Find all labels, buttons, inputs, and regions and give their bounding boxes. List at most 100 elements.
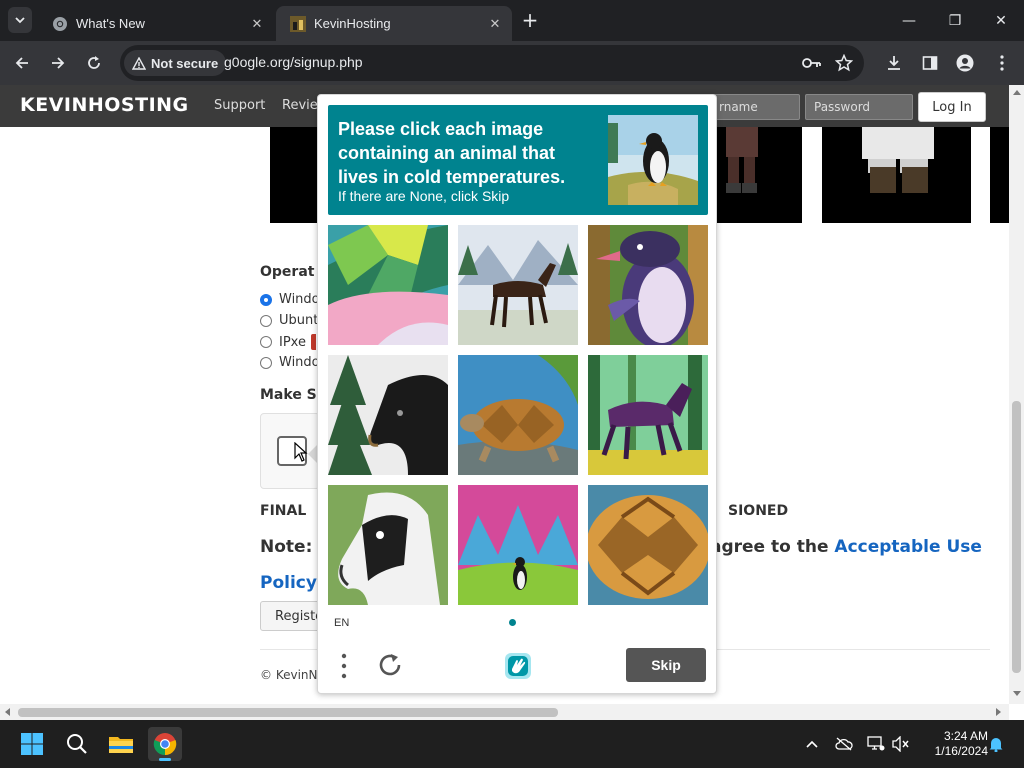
penguin-on-hillside-image (458, 485, 578, 605)
ipxe-badge (310, 334, 316, 350)
scroll-right-icon[interactable] (996, 708, 1001, 716)
tab-close-icon[interactable]: ✕ (246, 16, 268, 32)
chevron-up-icon (806, 740, 818, 748)
login-button[interactable]: Log In (918, 92, 986, 122)
os-option[interactable]: Ubunt (260, 313, 318, 328)
restore-button[interactable]: ❐ (932, 0, 978, 41)
browser-menu-button[interactable] (989, 50, 1015, 76)
progress-dot (509, 619, 516, 626)
hcaptcha-logo-icon[interactable] (501, 649, 535, 683)
profile-button[interactable] (952, 50, 978, 76)
vertical-scrollbar[interactable] (1009, 85, 1024, 704)
tab-title: What's New (76, 16, 145, 31)
challenge-tile-turtle-shell[interactable] (328, 225, 448, 345)
downloads-button[interactable] (881, 50, 907, 76)
chevron-down-icon (15, 17, 25, 24)
challenge-tile-turtle-rock[interactable] (458, 355, 578, 475)
acceptable-use-link[interactable]: Acceptable Use (834, 537, 982, 557)
challenge-tile-turtle-closeup[interactable] (588, 485, 708, 605)
skip-button[interactable]: Skip (626, 648, 706, 682)
turtle-shell-image (328, 225, 448, 345)
copyright-text: © KevinN (260, 668, 318, 682)
onedrive-tray-button[interactable] (834, 734, 854, 754)
chrome-taskbar-button[interactable] (148, 727, 182, 761)
browser-tab-strip: What's New ✕ KevinHosting ✕ + — ❐ ✕ (0, 0, 1024, 41)
show-hidden-icons-button[interactable] (802, 734, 822, 754)
active-app-indicator (159, 758, 171, 761)
file-explorer-button[interactable] (104, 727, 138, 761)
challenge-tile-horse-mountains[interactable] (458, 225, 578, 345)
policy-link[interactable]: Policy (260, 573, 315, 593)
scroll-up-icon[interactable] (1013, 90, 1021, 95)
url-text[interactable]: g0ogle.org/signup.php (224, 54, 363, 70)
register-button[interactable]: Registe (260, 601, 322, 631)
security-chip[interactable]: Not secure (124, 50, 227, 76)
new-tab-button[interactable]: + (518, 8, 542, 32)
cloud-offline-icon (835, 737, 853, 751)
key-icon[interactable] (802, 56, 822, 70)
horizontal-scrollbar[interactable] (0, 704, 1009, 720)
nav-reviews-link[interactable]: Revie (282, 98, 318, 113)
search-button[interactable] (60, 727, 94, 761)
password-input[interactable]: Password (805, 94, 913, 120)
os-option[interactable]: Windo (260, 292, 320, 307)
scroll-down-icon[interactable] (1013, 691, 1021, 696)
challenge-pointer (308, 445, 317, 463)
language-selector[interactable]: EN (334, 617, 349, 629)
challenge-tile-horse-pine[interactable] (328, 355, 448, 475)
radio[interactable] (260, 356, 272, 369)
username-input[interactable]: rname (714, 94, 800, 120)
tab-close-icon[interactable]: ✕ (484, 16, 506, 32)
horse-head-portrait-image (328, 485, 448, 605)
horse-head-by-pine-image (328, 355, 448, 475)
site-brand[interactable]: KEVINHOSTING (20, 94, 189, 116)
scroll-left-icon[interactable] (5, 708, 10, 716)
os-option[interactable]: IPxe (260, 334, 316, 350)
network-tray-button[interactable] (866, 734, 886, 754)
tab-whats-new[interactable]: What's New ✕ (38, 6, 274, 41)
radio[interactable] (260, 314, 272, 327)
notifications-button[interactable] (986, 734, 1006, 754)
profile-icon (956, 54, 974, 72)
reload-button[interactable] (81, 50, 107, 76)
address-bar[interactable]: Not secure g0ogle.org/signup.php (120, 45, 864, 81)
warning-icon (132, 56, 146, 70)
forward-button[interactable] (45, 50, 71, 76)
back-button[interactable] (9, 50, 35, 76)
start-button[interactable] (15, 727, 49, 761)
volume-tray-button[interactable] (891, 734, 911, 754)
challenge-tile-penguin-hillside[interactable] (458, 485, 578, 605)
kebab-menu-icon[interactable] (340, 653, 348, 679)
bookmark-star-icon[interactable] (835, 54, 853, 72)
side-panel-button[interactable] (917, 50, 943, 76)
challenge-tile-purple-horse[interactable] (588, 355, 708, 475)
challenge-tile-penguin-forest[interactable] (588, 225, 708, 345)
windows-taskbar: 3:24 AM 1/16/2024 (0, 720, 1024, 768)
os-option[interactable]: Windo (260, 355, 320, 370)
folder-icon (109, 737, 133, 753)
minimize-button[interactable]: — (886, 0, 932, 41)
challenge-header: Please click each image containing an an… (328, 105, 708, 215)
chrome-icon (153, 733, 177, 756)
side-panel-icon (922, 56, 938, 70)
figure-white-pants-image (862, 127, 934, 193)
product-image (990, 127, 1009, 223)
horizontal-scroll-thumb[interactable] (18, 708, 558, 717)
radio-selected[interactable] (260, 293, 272, 306)
vertical-scroll-thumb[interactable] (1012, 401, 1021, 673)
security-label: Not secure (151, 55, 219, 71)
arrow-right-icon (52, 57, 65, 69)
turtle-on-rock-image (458, 355, 578, 475)
final-text-left: FINAL (260, 503, 307, 519)
nav-support-link[interactable]: Support (214, 98, 265, 113)
product-image (822, 127, 971, 223)
tab-search-button[interactable] (8, 7, 32, 33)
clock[interactable]: 3:24 AM 1/16/2024 (918, 729, 988, 759)
tab-kevinhosting[interactable]: KevinHosting ✕ (276, 6, 512, 41)
windows-logo-icon (21, 733, 43, 755)
radio[interactable] (260, 336, 272, 348)
refresh-icon[interactable] (377, 652, 403, 678)
os-heading: Operat (260, 264, 315, 280)
close-window-button[interactable]: ✕ (978, 0, 1024, 41)
challenge-tile-horse-portrait[interactable] (328, 485, 448, 605)
